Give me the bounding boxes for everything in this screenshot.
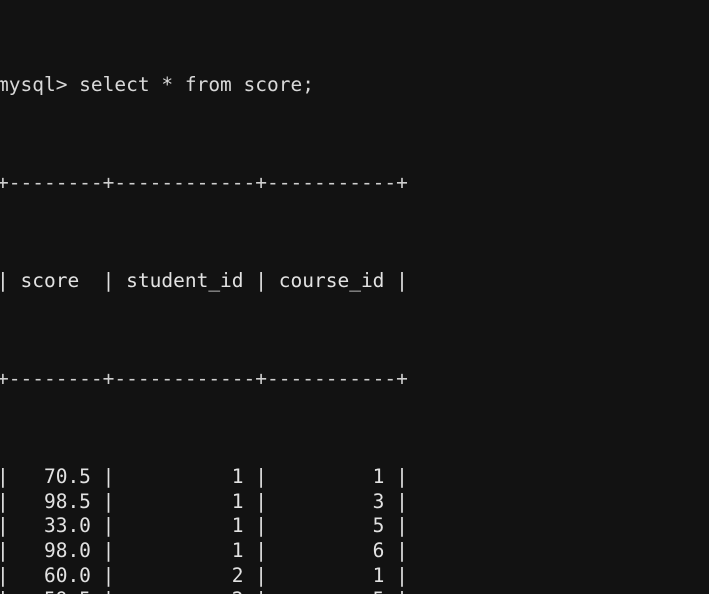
table-header-row: | score | student_id | course_id | [0, 269, 408, 293]
command-prompt-line: mysql> select * from score; [0, 72, 314, 96]
table-row: | 98.0 | 1 | 6 | [0, 539, 408, 563]
table-row: | 70.5 | 1 | 1 | [0, 465, 408, 489]
table-row: | 60.0 | 2 | 1 | [0, 563, 408, 587]
table-row: | 59.5 | 2 | 5 | [0, 588, 408, 594]
table-border-header: +--------+------------+-----------+ [0, 367, 408, 391]
table-row: | 33.0 | 1 | 5 | [0, 514, 408, 538]
terminal-window[interactable]: mysql> select * from score; +--------+--… [0, 0, 709, 594]
table-body: | 70.5 | 1 | 1 | | 98.5 | 1 | 3 | | 33.0 |… [0, 465, 408, 594]
table-row: | 98.5 | 1 | 3 | [0, 489, 408, 513]
terminal-screen: mysql> select * from score; +--------+--… [0, 0, 408, 594]
table-border-top: +--------+------------+-----------+ [0, 170, 408, 194]
